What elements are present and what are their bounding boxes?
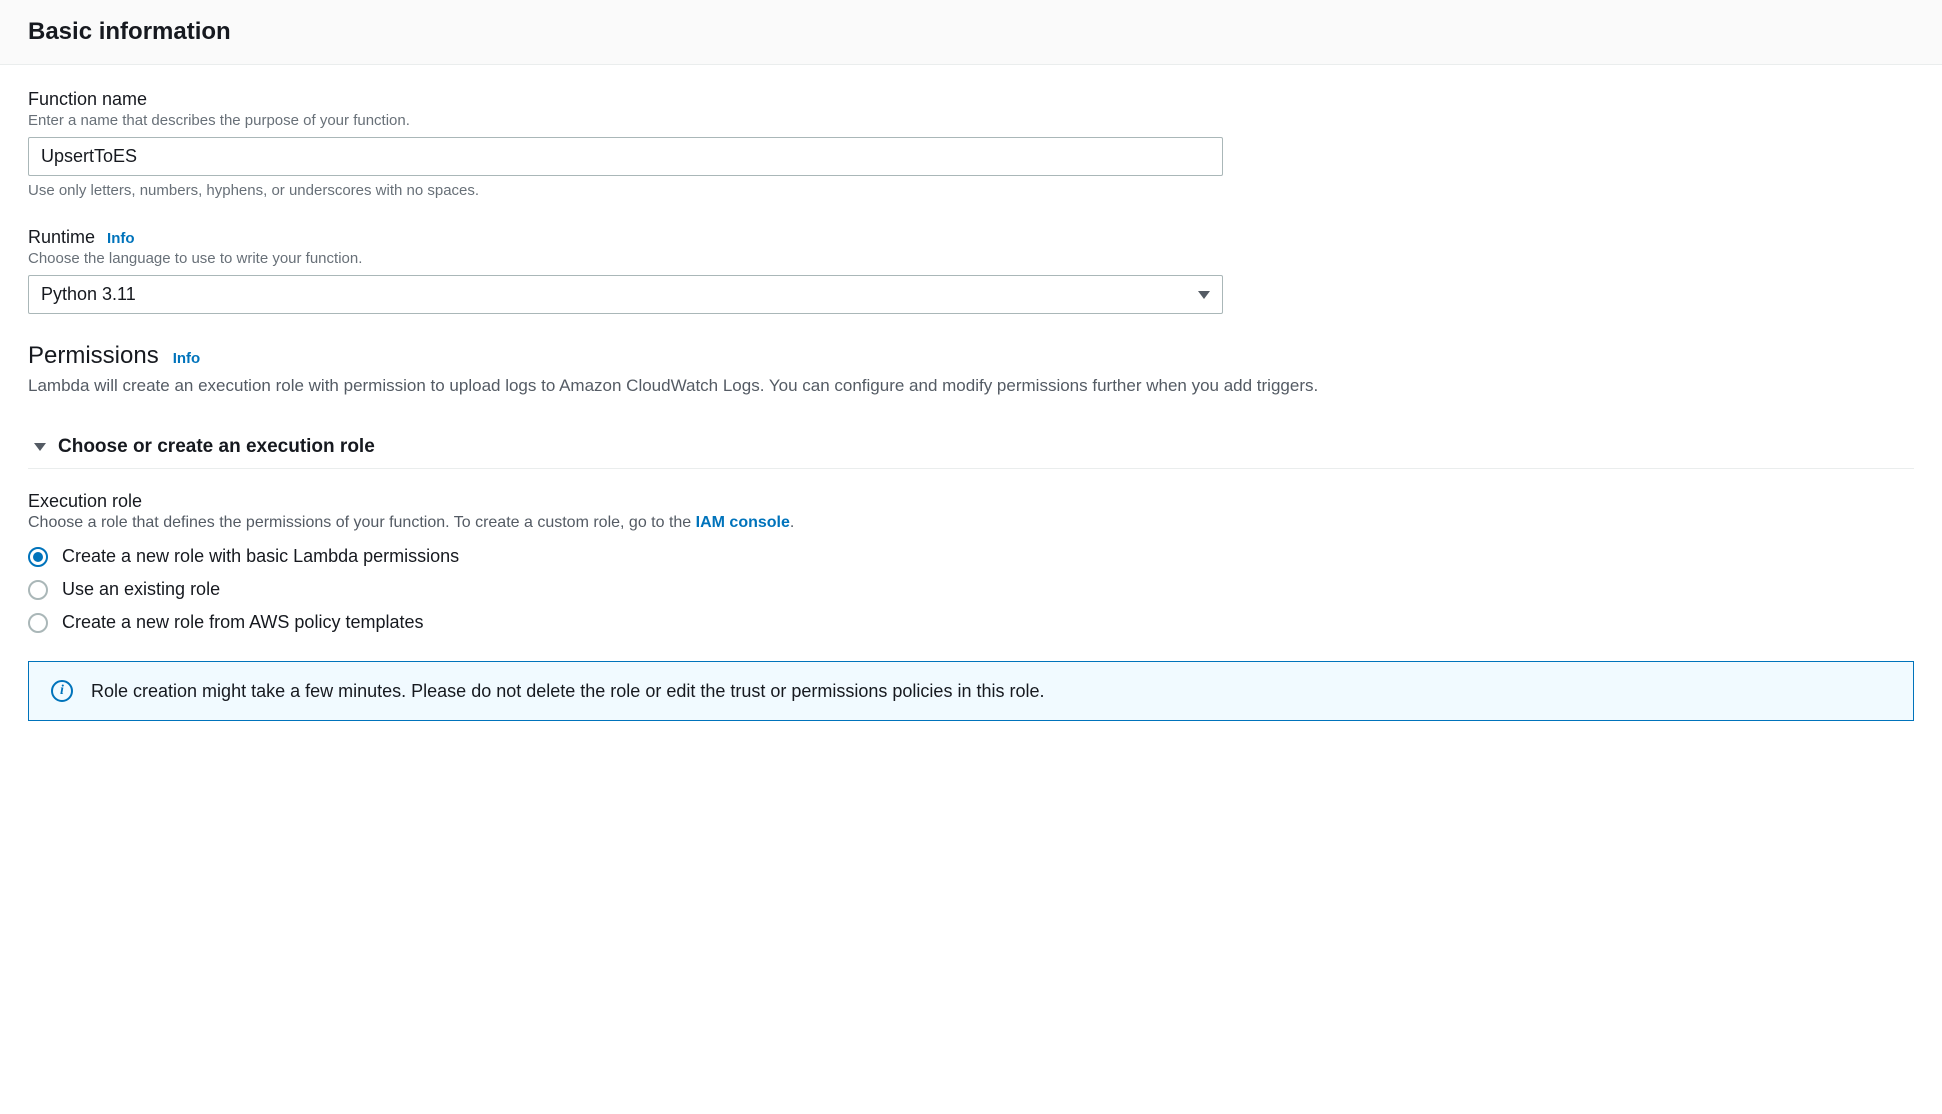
permissions-heading: Permissions [28, 342, 159, 370]
runtime-label: Runtime [28, 227, 95, 248]
runtime-description: Choose the language to use to write your… [28, 250, 1914, 267]
execution-role-expand-title: Choose or create an execution role [58, 436, 375, 458]
function-name-description: Enter a name that describes the purpose … [28, 112, 1914, 129]
execution-role-label: Execution role [28, 491, 1914, 512]
permissions-info-link[interactable]: Info [173, 350, 201, 367]
runtime-group: Runtime Info Choose the language to use … [28, 227, 1914, 314]
panel-title: Basic information [28, 18, 1914, 46]
desc-period: . [790, 514, 794, 531]
radio-label: Use an existing role [62, 579, 220, 600]
runtime-select[interactable]: Python 3.11 [28, 275, 1223, 314]
execution-role-description: Choose a role that defines the permissio… [28, 514, 1914, 532]
permissions-heading-row: Permissions Info [28, 342, 1914, 370]
permissions-group: Permissions Info Lambda will create an e… [28, 342, 1914, 721]
role-creation-info-banner: i Role creation might take a few minutes… [28, 661, 1914, 721]
panel-header: Basic information [0, 0, 1942, 65]
chevron-down-icon [34, 443, 46, 451]
radio-label: Create a new role with basic Lambda perm… [62, 546, 459, 567]
radio-use-existing[interactable]: Use an existing role [28, 579, 1914, 600]
function-name-constraint: Use only letters, numbers, hyphens, or u… [28, 182, 1914, 199]
info-icon: i [51, 680, 73, 702]
runtime-select-wrapper: Python 3.11 [28, 275, 1223, 314]
radio-create-new-basic[interactable]: Create a new role with basic Lambda perm… [28, 546, 1914, 567]
panel-body: Function name Enter a name that describe… [0, 65, 1942, 721]
radio-icon [28, 613, 48, 633]
runtime-select-value: Python 3.11 [41, 284, 136, 305]
chevron-down-icon [1198, 291, 1210, 299]
function-name-group: Function name Enter a name that describe… [28, 89, 1914, 199]
radio-icon [28, 580, 48, 600]
function-name-label: Function name [28, 89, 1914, 110]
runtime-info-link[interactable]: Info [107, 230, 135, 247]
permissions-description: Lambda will create an execution role wit… [28, 376, 1914, 396]
runtime-label-row: Runtime Info [28, 227, 1914, 248]
radio-icon [28, 547, 48, 567]
execution-role-expander[interactable]: Choose or create an execution role [28, 426, 1914, 469]
execution-role-desc-prefix: Choose a role that defines the permissio… [28, 514, 696, 531]
function-name-input[interactable] [28, 137, 1223, 176]
execution-role-radio-group: Create a new role with basic Lambda perm… [28, 546, 1914, 633]
info-banner-text: Role creation might take a few minutes. … [91, 681, 1044, 702]
radio-label: Create a new role from AWS policy templa… [62, 612, 423, 633]
iam-console-link[interactable]: IAM console [696, 514, 790, 531]
radio-from-templates[interactable]: Create a new role from AWS policy templa… [28, 612, 1914, 633]
